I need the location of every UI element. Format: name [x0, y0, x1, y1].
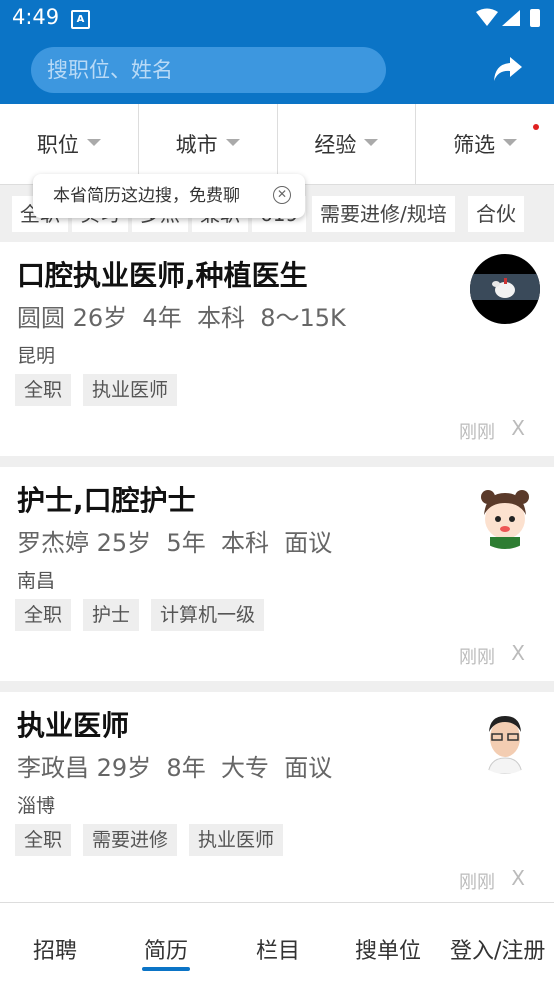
resume-card[interactable]: 口腔执业医师,种植医生 圆圆 26岁 4年 本科 8～15K 昆明 全职 执业医… — [0, 242, 554, 456]
tab-recruit[interactable]: 招聘 — [33, 933, 77, 965]
tab-login-register[interactable]: 登入/注册 — [450, 933, 545, 965]
filter-label: 职位 — [36, 133, 79, 157]
card-tags: 全职 执业医师 — [15, 374, 178, 406]
card-info: 圆圆 26岁 4年 本科 8～15K — [17, 304, 346, 332]
card-city: 南昌 — [17, 570, 56, 592]
card-tag: 全职 — [15, 824, 72, 856]
status-time: 4:49 — [12, 5, 60, 29]
filter-city[interactable]: 城市 — [139, 104, 278, 184]
tab-search-company[interactable]: 搜单位 — [355, 933, 421, 965]
tab-columns[interactable]: 栏目 — [256, 933, 300, 965]
resume-card[interactable]: 执业医师 李政昌 29岁 8年 大专 面议 淄博 全职 需要进修 执业医师 刚刚… — [0, 692, 554, 906]
filter-more[interactable]: 筛选 — [416, 104, 554, 184]
status-icons — [476, 8, 544, 32]
avatar — [470, 704, 540, 774]
dismiss-button[interactable]: X — [511, 416, 525, 440]
card-info: 李政昌 29岁 8年 大专 面议 — [17, 754, 333, 782]
quick-tag[interactable]: 合伙 — [468, 196, 524, 232]
card-time: 刚刚 — [459, 647, 495, 668]
battery-icon — [530, 9, 540, 27]
dismiss-button[interactable]: X — [511, 866, 525, 890]
tooltip-text: 本省简历这边搜，免费聊 — [53, 186, 240, 206]
dismiss-button[interactable]: X — [511, 641, 525, 665]
search-placeholder: 搜职位、姓名 — [47, 58, 173, 82]
filter-label: 筛选 — [453, 133, 496, 157]
card-tags: 全职 护士 计算机一级 — [15, 599, 265, 631]
filter-label: 经验 — [314, 133, 357, 157]
app-notification-icon: A — [71, 10, 90, 29]
tab-resume[interactable]: 简历 — [144, 933, 188, 965]
chevron-down-icon — [225, 138, 240, 146]
search-input[interactable]: 搜职位、姓名 — [31, 47, 386, 93]
status-bar: 4:49 A — [0, 0, 554, 36]
card-tag: 计算机一级 — [151, 599, 265, 631]
signal-icon — [502, 10, 520, 26]
card-time: 刚刚 — [459, 872, 495, 893]
filter-bar: 职位 城市 经验 筛选 — [0, 104, 554, 185]
notification-dot — [533, 124, 539, 130]
card-tag: 执业医师 — [83, 374, 178, 406]
card-tag: 需要进修 — [83, 824, 178, 856]
bottom-tab-bar: 招聘 简历 栏目 搜单位 登入/注册 — [0, 902, 554, 985]
card-tag: 全职 — [15, 599, 72, 631]
card-title: 执业医师 — [17, 709, 130, 742]
card-tag: 执业医师 — [189, 824, 284, 856]
close-icon[interactable]: ✕ — [273, 186, 291, 204]
card-time: 刚刚 — [459, 422, 495, 443]
header: 搜职位、姓名 — [0, 36, 554, 104]
avatar — [470, 254, 540, 324]
card-info: 罗杰婷 25岁 5年 本科 面议 — [17, 529, 333, 557]
wifi-icon — [476, 8, 498, 26]
chevron-down-icon — [364, 138, 379, 146]
filter-experience[interactable]: 经验 — [278, 104, 417, 184]
chevron-down-icon — [86, 138, 101, 146]
card-tag: 护士 — [83, 599, 140, 631]
province-tip-tooltip: 本省简历这边搜，免费聊 ✕ — [33, 174, 305, 218]
active-tab-indicator — [142, 967, 190, 971]
avatar — [470, 479, 540, 549]
chevron-down-icon — [503, 138, 518, 146]
filter-position[interactable]: 职位 — [0, 104, 139, 184]
resume-card[interactable]: 护士,口腔护士 罗杰婷 25岁 5年 本科 面议 南昌 全职 护士 计算机一级 … — [0, 467, 554, 681]
share-icon[interactable] — [490, 51, 526, 87]
card-city: 淄博 — [17, 795, 56, 817]
card-title: 护士,口腔护士 — [17, 484, 196, 517]
card-tags: 全职 需要进修 执业医师 — [15, 824, 284, 856]
card-tag: 全职 — [15, 374, 72, 406]
card-title: 口腔执业医师,种植医生 — [17, 259, 308, 292]
filter-label: 城市 — [175, 133, 218, 157]
quick-tag[interactable]: 需要进修/规培 — [312, 196, 455, 232]
card-city: 昆明 — [17, 345, 56, 367]
